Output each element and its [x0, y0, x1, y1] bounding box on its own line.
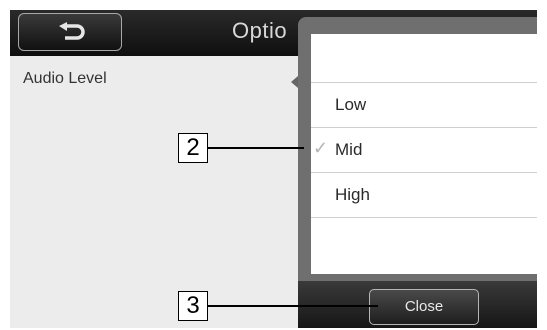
close-button[interactable]: Close: [369, 289, 479, 325]
back-button[interactable]: [18, 13, 122, 51]
option-label: Low: [335, 95, 367, 114]
callout-leader-line: [208, 147, 304, 149]
option-label: Mid: [335, 140, 363, 159]
option-low[interactable]: Low: [311, 82, 537, 127]
return-arrow-icon: [59, 22, 85, 40]
list-item-empty-bottom: [311, 217, 537, 274]
option-label: High: [335, 185, 370, 204]
screen: Optio Audio Level Low ✓ Mid High Close: [10, 10, 537, 328]
option-mid[interactable]: ✓ Mid: [311, 127, 537, 172]
audio-level-label[interactable]: Audio Level: [23, 70, 107, 88]
page-title: Optio: [232, 18, 288, 43]
callout-leader-line: [208, 305, 378, 307]
callout-label: 2: [178, 133, 208, 163]
popup-option-list: Low ✓ Mid High: [311, 34, 537, 274]
options-popup: Low ✓ Mid High Close: [298, 17, 537, 328]
callout-label: 3: [178, 291, 208, 321]
option-high[interactable]: High: [311, 172, 537, 217]
list-item-empty-top: [311, 34, 537, 79]
popup-pointer: [291, 76, 298, 88]
check-icon: ✓: [313, 138, 329, 158]
